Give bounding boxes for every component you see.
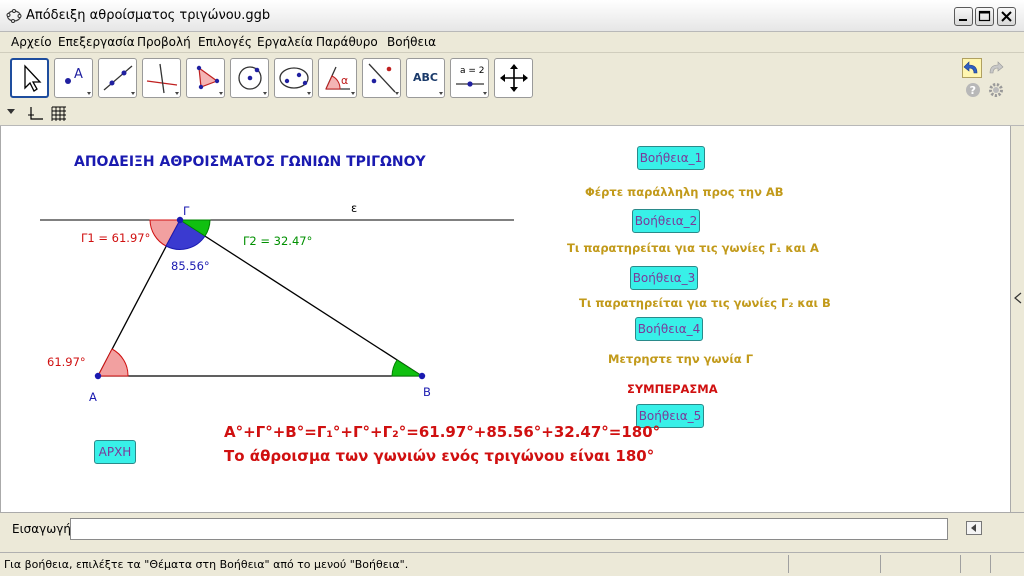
help-4-button[interactable]: Βοήθεια_4 bbox=[635, 317, 703, 341]
help-2-button[interactable]: Βοήθεια_2 bbox=[632, 209, 700, 233]
undo-icon bbox=[963, 61, 978, 74]
toolbar: A α ABC a = 2 ? bbox=[0, 54, 1024, 102]
expand-panel-arrow-icon[interactable] bbox=[1013, 292, 1023, 304]
pointer-arrow-icon bbox=[24, 64, 42, 92]
conic-tool-button[interactable] bbox=[274, 58, 313, 98]
polygon-tool-button[interactable] bbox=[186, 58, 225, 98]
label-point-g: Γ bbox=[183, 204, 190, 218]
label-point-b: B bbox=[423, 385, 431, 399]
svg-text:?: ? bbox=[970, 84, 976, 97]
text-tool-label: ABC bbox=[413, 71, 438, 84]
status-bar: Για βοήθεια, επιλέξτε τα "Θέματα στη Βοή… bbox=[0, 552, 1024, 576]
label-angle-g2: Γ2 = 32.47° bbox=[243, 234, 313, 248]
status-text: Για βοήθεια, επιλέξτε τα "Θέματα στη Βοή… bbox=[4, 558, 409, 571]
triangle-left-icon bbox=[971, 524, 976, 532]
reflect-tool-button[interactable] bbox=[362, 58, 401, 98]
hint-parallel: Φέρτε παράλληλη προς την ΑΒ bbox=[585, 185, 784, 199]
close-button[interactable] bbox=[997, 7, 1016, 26]
menu-options[interactable]: Επιλογές bbox=[198, 35, 252, 49]
gear-icon bbox=[989, 83, 1003, 97]
side-panel-toggle-strip bbox=[1010, 126, 1024, 512]
close-icon bbox=[1001, 11, 1012, 22]
move-cross-icon bbox=[500, 64, 528, 92]
perpendicular-line-icon bbox=[146, 63, 179, 95]
ellipse-icon bbox=[279, 67, 311, 95]
circle-icon bbox=[238, 66, 267, 95]
line-tool-button[interactable] bbox=[98, 58, 137, 98]
grid-toggle-icon[interactable] bbox=[50, 105, 68, 123]
label-point-a: A bbox=[89, 390, 97, 404]
stylebar-toggle-icon[interactable] bbox=[6, 108, 16, 116]
redo-icon bbox=[989, 61, 1004, 74]
axes-toggle-icon[interactable] bbox=[26, 105, 44, 123]
construction-heading: ΑΠΟΔΕΙΞΗ ΑΘΡΟΙΣΜΑΤΟΣ ΓΩΝΙΩΝ ΤΡΙΓΩΝΟΥ bbox=[74, 154, 426, 170]
point-tool-button[interactable]: A bbox=[54, 58, 93, 98]
status-divider bbox=[880, 555, 881, 573]
title-bar: Απόδειξη αθροίσματος τριγώνου.ggb bbox=[0, 0, 1024, 32]
label-angle-a: 61.97° bbox=[47, 355, 86, 369]
help-button[interactable]: ? bbox=[965, 82, 981, 98]
menu-file[interactable]: Αρχείο bbox=[11, 35, 52, 49]
conclusion-label: ΣΥΜΠΕΡΑΣΜΑ bbox=[627, 382, 718, 396]
label-angle-g: 85.56° bbox=[171, 259, 210, 273]
graphics-view[interactable]: ΑΠΟΔΕΙΞΗ ΑΘΡΟΙΣΜΑΤΟΣ ΓΩΝΙΩΝ ΤΡΙΓΩΝΟΥ Γ A… bbox=[0, 126, 1010, 512]
svg-text:A: A bbox=[74, 67, 83, 82]
point-b[interactable] bbox=[418, 372, 426, 380]
hint-g2-b: Τι παρατηρείται για τις γωνίες Γ₂ και Β bbox=[579, 296, 831, 310]
input-bar: Εισαγωγή: bbox=[0, 512, 1024, 544]
help-1-button[interactable]: Βοήθεια_1 bbox=[637, 146, 705, 170]
text-tool-button[interactable]: ABC bbox=[406, 58, 445, 98]
status-divider bbox=[960, 555, 961, 573]
style-bar bbox=[0, 102, 1024, 126]
perpendicular-tool-button[interactable] bbox=[142, 58, 181, 98]
menu-window[interactable]: Παράθυρο bbox=[316, 35, 378, 49]
undo-button[interactable] bbox=[962, 58, 982, 78]
settings-button[interactable] bbox=[988, 82, 1004, 98]
maximize-icon bbox=[978, 10, 991, 22]
menu-edit[interactable]: Επεξεργασία bbox=[58, 35, 135, 49]
angle-tool-button[interactable]: α bbox=[318, 58, 357, 98]
status-divider bbox=[788, 555, 789, 573]
angle-b-sector[interactable] bbox=[391, 359, 424, 377]
label-angle-g1: Γ1 = 61.97° bbox=[81, 231, 151, 245]
input-label: Εισαγωγή: bbox=[12, 522, 76, 536]
menu-bar: Αρχείο Επεξεργασία Προβολή Επιλογές Εργα… bbox=[0, 32, 1024, 53]
line-icon bbox=[103, 65, 135, 95]
angle-icon: α bbox=[325, 66, 355, 95]
angle-a-sector[interactable] bbox=[97, 348, 129, 377]
minimize-icon bbox=[959, 19, 967, 21]
circle-tool-button[interactable] bbox=[230, 58, 269, 98]
minimize-button[interactable] bbox=[954, 7, 973, 26]
menu-help[interactable]: Βοήθεια bbox=[387, 35, 436, 49]
point-icon: A bbox=[65, 67, 91, 95]
help-3-button[interactable]: Βοήθεια_3 bbox=[630, 266, 698, 290]
status-divider bbox=[990, 555, 991, 573]
menu-view[interactable]: Προβολή bbox=[137, 35, 191, 49]
maximize-button[interactable] bbox=[975, 7, 994, 26]
start-button[interactable]: ΑΡΧΗ bbox=[94, 440, 136, 464]
angle-sum-formula: A°+Γ°+B°=Γ₁°+Γ°+Γ₂°=61.97°+85.56°+32.47°… bbox=[224, 423, 661, 441]
redo-button[interactable] bbox=[986, 58, 1006, 78]
polygon-icon bbox=[196, 65, 223, 95]
svg-text:α: α bbox=[341, 74, 348, 87]
slider-tool-label: a = 2 bbox=[460, 66, 485, 76]
input-help-toggle-button[interactable] bbox=[966, 521, 982, 535]
angle-sum-statement: Το άθροισμα των γωνιών ενός τριγώνου είν… bbox=[224, 447, 655, 465]
menu-tools[interactable]: Εργαλεία bbox=[257, 35, 313, 49]
slider-tool-button[interactable]: a = 2 bbox=[450, 58, 489, 98]
move-tool-button[interactable] bbox=[10, 58, 49, 98]
label-line-epsilon: ε bbox=[351, 201, 358, 215]
reflect-line-icon bbox=[368, 63, 399, 95]
hint-g1-a: Τι παρατηρείται για τις γωνίες Γ₁ και Α bbox=[567, 241, 819, 255]
hint-measure-g: Μετρηστε την γωνία Γ bbox=[608, 352, 754, 366]
move-view-tool-button[interactable] bbox=[494, 58, 533, 98]
point-a[interactable] bbox=[94, 372, 102, 380]
geogebra-app-icon bbox=[6, 9, 22, 23]
command-input[interactable] bbox=[70, 518, 948, 540]
help-question-icon: ? bbox=[966, 83, 980, 97]
slider-icon bbox=[456, 81, 487, 95]
window-title: Απόδειξη αθροίσματος τριγώνου.ggb bbox=[26, 8, 271, 23]
